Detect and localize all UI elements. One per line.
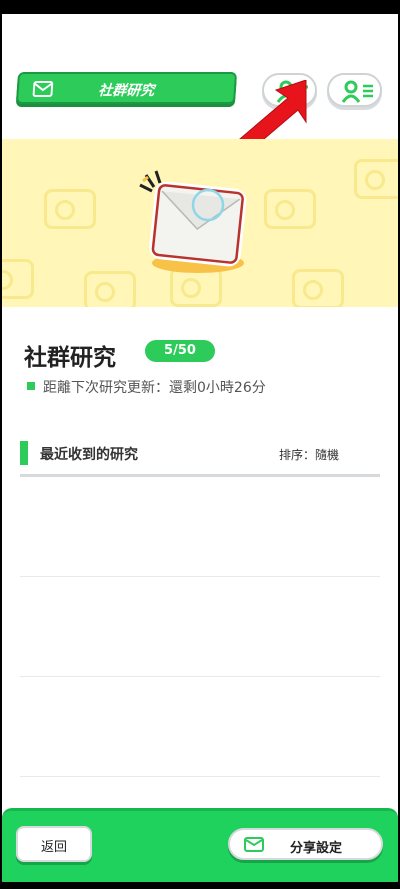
list-row-divider xyxy=(20,676,380,677)
count-badge: 5/50 xyxy=(145,340,215,362)
friend-list-button[interactable] xyxy=(327,73,382,107)
mail-icon xyxy=(244,837,264,852)
section-marker xyxy=(20,441,28,465)
bg-card-pattern xyxy=(44,189,96,229)
update-bullet xyxy=(27,382,35,390)
title-button[interactable]: 社群研究 xyxy=(15,72,238,104)
section-divider xyxy=(20,474,380,477)
share-settings-label: 分享設定 xyxy=(290,841,343,856)
top-frame xyxy=(0,0,400,14)
banner xyxy=(2,139,398,307)
header-title: 社群研究 xyxy=(97,83,155,99)
bg-card-pattern xyxy=(84,271,136,307)
bg-card-pattern xyxy=(354,159,398,199)
share-settings-button[interactable]: 分享設定 xyxy=(228,828,383,860)
envelope-illustration xyxy=(139,170,247,273)
bg-card-pattern xyxy=(292,269,344,307)
bg-card-pattern xyxy=(264,189,316,229)
page-title: 社群研究 xyxy=(24,345,116,371)
bg-card-pattern xyxy=(2,259,34,299)
back-button-label: 返回 xyxy=(40,840,67,855)
section-title: 最近收到的研究 xyxy=(40,447,138,463)
person-list-icon xyxy=(341,80,373,103)
list-row-divider xyxy=(20,776,380,777)
update-timer-text: 距離下次研究更新：還剩0小時26分 xyxy=(43,380,266,396)
list-row-divider xyxy=(20,576,380,577)
back-button[interactable]: 返回 xyxy=(16,826,92,862)
sort-selector[interactable]: 排序：隨機 xyxy=(279,446,339,463)
